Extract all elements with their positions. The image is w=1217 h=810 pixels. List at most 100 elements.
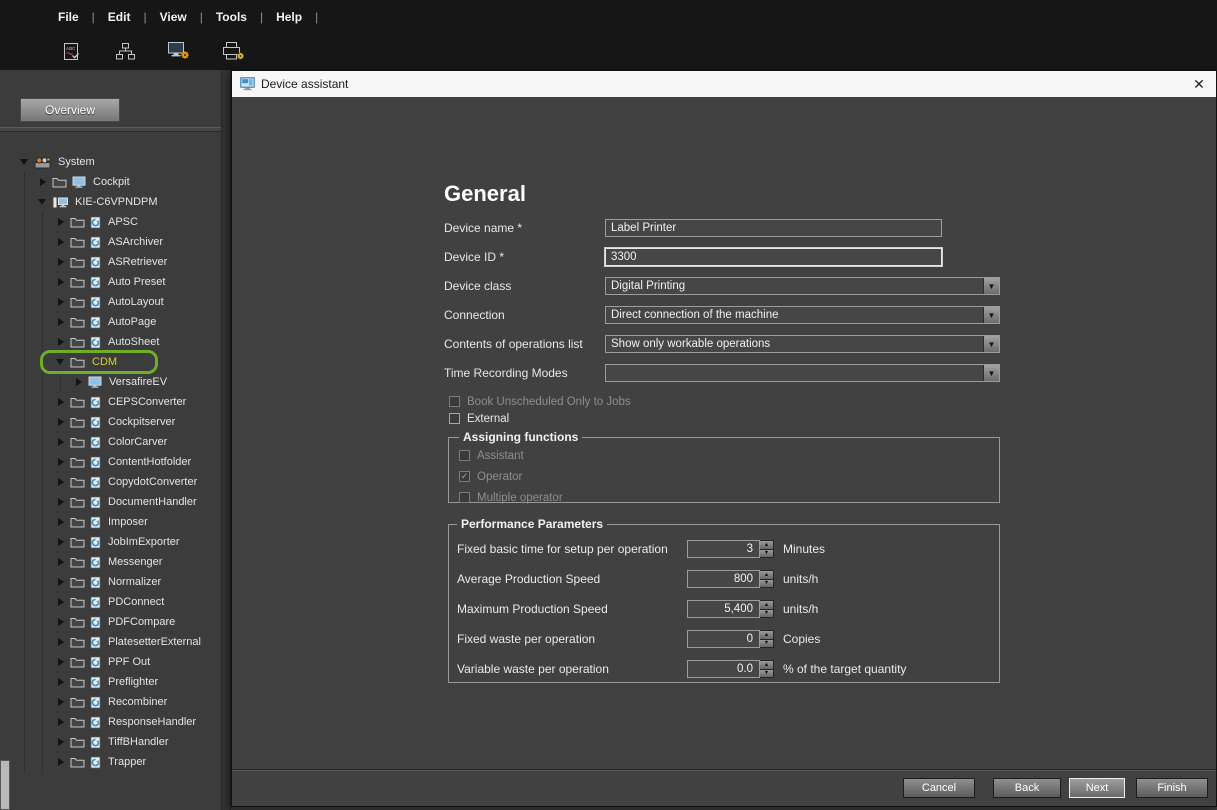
spinner-up-icon[interactable]: ▲ — [760, 630, 774, 640]
tree-item-apsc[interactable]: APSC — [56, 212, 220, 232]
collapse-arrow-icon[interactable] — [56, 297, 65, 307]
tree-item-platesetterexternal[interactable]: PlatesetterExternal — [56, 632, 220, 652]
collapse-arrow-icon[interactable] — [56, 557, 65, 567]
time-recording-modes-select[interactable]: ▼ — [605, 364, 1000, 382]
tree-item-versafireev[interactable]: VersafireEV — [74, 372, 220, 392]
menu-help[interactable]: Help — [276, 10, 302, 24]
tree-item-copydotconverter[interactable]: CopydotConverter — [56, 472, 220, 492]
expand-arrow-icon[interactable] — [56, 357, 65, 367]
tree-item-cockpitserver[interactable]: Cockpitserver — [56, 412, 220, 432]
collapse-arrow-icon[interactable] — [56, 597, 65, 607]
process-overview-icon[interactable] — [112, 39, 138, 63]
tab-overview[interactable]: Overview — [20, 98, 120, 122]
finish-button[interactable]: Finish — [1136, 778, 1208, 798]
average-production-speed-input[interactable]: 800 — [687, 570, 760, 588]
tree-item-kie-c6vpndpm[interactable]: KIE-C6VPNDPM — [38, 192, 220, 212]
back-button[interactable]: Back — [993, 778, 1061, 798]
scrollbar-thumb[interactable] — [0, 760, 10, 810]
collapse-arrow-icon[interactable] — [56, 637, 65, 647]
tree-item-colorcarver[interactable]: ColorCarver — [56, 432, 220, 452]
collapse-arrow-icon[interactable] — [74, 377, 83, 387]
operations-list-contents-select[interactable]: Show only workable operations▼ — [605, 335, 1000, 353]
variable-waste-input[interactable]: 0.0 — [687, 660, 760, 678]
collapse-arrow-icon[interactable] — [56, 457, 65, 467]
device-name-input[interactable]: Label Printer — [605, 219, 942, 237]
tree-item-cockpit[interactable]: Cockpit — [38, 172, 220, 192]
fixed-waste-input[interactable]: 0 — [687, 630, 760, 648]
collapse-arrow-icon[interactable] — [56, 437, 65, 447]
tree-item-asarchiver[interactable]: ASArchiver — [56, 232, 220, 252]
spinner-down-icon[interactable]: ▼ — [760, 670, 774, 679]
preflight-check-icon[interactable]: ABC — [58, 39, 84, 63]
printer-settings-icon[interactable] — [220, 39, 246, 63]
menu-file[interactable]: File — [58, 10, 79, 24]
device-class-select[interactable]: Digital Printing▼ — [605, 277, 1000, 295]
cancel-button[interactable]: Cancel — [903, 778, 975, 798]
collapse-arrow-icon[interactable] — [56, 397, 65, 407]
spinner-up-icon[interactable]: ▲ — [760, 660, 774, 670]
connection-select[interactable]: Direct connection of the machine▼ — [605, 306, 1000, 324]
tree-item-cepsconverter[interactable]: CEPSConverter — [56, 392, 220, 412]
tree-item-auto-preset[interactable]: Auto Preset — [56, 272, 220, 292]
chevron-down-icon[interactable]: ▼ — [983, 278, 999, 294]
tree-item-cdm[interactable]: CDM — [56, 352, 220, 372]
collapse-arrow-icon[interactable] — [56, 697, 65, 707]
maximum-production-speed-input[interactable]: 5,400 — [687, 600, 760, 618]
tree-item-recombiner[interactable]: Recombiner — [56, 692, 220, 712]
tree-item-ppf-out[interactable]: PPF Out — [56, 652, 220, 672]
menu-tools[interactable]: Tools — [216, 10, 247, 24]
tree-item-system[interactable]: System — [20, 152, 220, 172]
collapse-arrow-icon[interactable] — [56, 337, 65, 347]
collapse-arrow-icon[interactable] — [56, 577, 65, 587]
collapse-arrow-icon[interactable] — [56, 537, 65, 547]
tree-item-autosheet[interactable]: AutoSheet — [56, 332, 220, 352]
external-checkbox[interactable] — [449, 413, 460, 424]
collapse-arrow-icon[interactable] — [56, 757, 65, 767]
collapse-arrow-icon[interactable] — [56, 717, 65, 727]
collapse-arrow-icon[interactable] — [56, 217, 65, 227]
menu-view[interactable]: View — [160, 10, 187, 24]
tree-item-jobimexporter[interactable]: JobImExporter — [56, 532, 220, 552]
spinner-down-icon[interactable]: ▼ — [760, 550, 774, 559]
tree-item-pdconnect[interactable]: PDConnect — [56, 592, 220, 612]
expand-arrow-icon[interactable] — [38, 197, 47, 207]
collapse-arrow-icon[interactable] — [56, 737, 65, 747]
collapse-arrow-icon[interactable] — [38, 177, 47, 187]
tree-item-trapper[interactable]: Trapper — [56, 752, 220, 772]
spinner-up-icon[interactable]: ▲ — [760, 540, 774, 550]
collapse-arrow-icon[interactable] — [56, 417, 65, 427]
fixed-basic-time-input[interactable]: 3 — [687, 540, 760, 558]
spinner-down-icon[interactable]: ▼ — [760, 610, 774, 619]
collapse-arrow-icon[interactable] — [56, 477, 65, 487]
collapse-arrow-icon[interactable] — [56, 677, 65, 687]
tree-item-asretriever[interactable]: ASRetriever — [56, 252, 220, 272]
tree-item-responsehandler[interactable]: ResponseHandler — [56, 712, 220, 732]
tree-item-tiffbhandler[interactable]: TiffBHandler — [56, 732, 220, 752]
tree-item-documenthandler[interactable]: DocumentHandler — [56, 492, 220, 512]
tree-item-imposer[interactable]: Imposer — [56, 512, 220, 532]
tree-item-autopage[interactable]: AutoPage — [56, 312, 220, 332]
tree-item-autolayout[interactable]: AutoLayout — [56, 292, 220, 312]
next-button[interactable]: Next — [1069, 778, 1125, 798]
spinner-up-icon[interactable]: ▲ — [760, 600, 774, 610]
close-icon[interactable]: ✕ — [1190, 76, 1208, 93]
tree-item-pdfcompare[interactable]: PDFCompare — [56, 612, 220, 632]
collapse-arrow-icon[interactable] — [56, 257, 65, 267]
collapse-arrow-icon[interactable] — [56, 617, 65, 627]
chevron-down-icon[interactable]: ▼ — [983, 336, 999, 352]
tree-item-contenthotfolder[interactable]: ContentHotfolder — [56, 452, 220, 472]
spinner-down-icon[interactable]: ▼ — [760, 580, 774, 589]
collapse-arrow-icon[interactable] — [56, 497, 65, 507]
menu-edit[interactable]: Edit — [108, 10, 131, 24]
collapse-arrow-icon[interactable] — [56, 657, 65, 667]
collapse-arrow-icon[interactable] — [56, 277, 65, 287]
collapse-arrow-icon[interactable] — [56, 517, 65, 527]
tree-item-messenger[interactable]: Messenger — [56, 552, 220, 572]
tree-item-preflighter[interactable]: Preflighter — [56, 672, 220, 692]
chevron-down-icon[interactable]: ▼ — [983, 365, 999, 381]
expand-arrow-icon[interactable] — [20, 157, 29, 167]
collapse-arrow-icon[interactable] — [56, 237, 65, 247]
tree-item-normalizer[interactable]: Normalizer — [56, 572, 220, 592]
spinner-up-icon[interactable]: ▲ — [760, 570, 774, 580]
device-settings-icon[interactable] — [166, 39, 192, 63]
